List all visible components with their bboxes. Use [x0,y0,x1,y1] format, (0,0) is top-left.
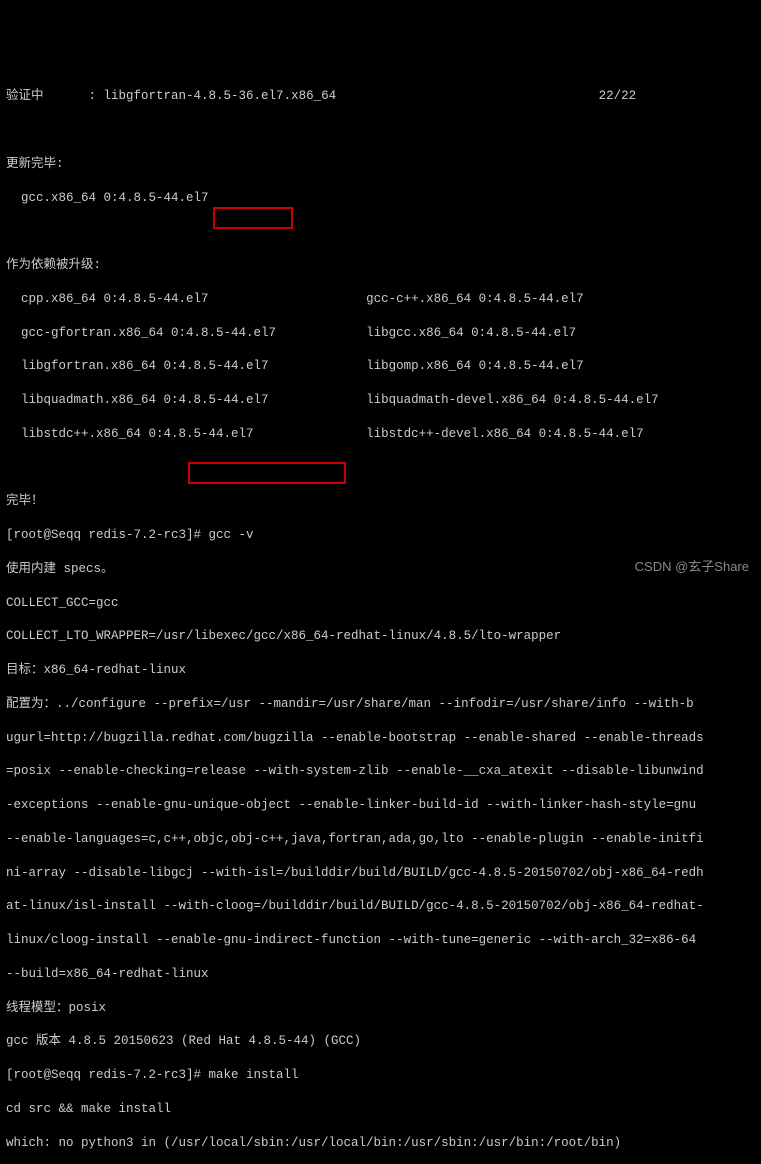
prompt-line-1[interactable]: [root@Seqq redis-7.2-rc3]# gcc -v [6,527,755,544]
gcc-cfg: at-linux/isl-install --with-cloog=/build… [6,898,755,915]
dep-row: libquadmath.x86_64 0:4.8.5-44.el7 libqua… [6,392,755,409]
prompt-prefix: [root@Seqq redis-7.2-rc3] [6,1068,194,1082]
gcc-version: gcc 版本 4.8.5 20150623 (Red Hat 4.8.5-44)… [6,1033,755,1050]
gcc-cfg: =posix --enable-checking=release --with-… [6,763,755,780]
terminal-output: 验证中 : libgfortran-4.8.5-36.el7.x86_64 22… [6,72,755,1164]
gcc-cfg: -exceptions --enable-gnu-unique-object -… [6,797,755,814]
prompt-prefix: [root@Seqq redis-7.2-rc3] [6,528,194,542]
updated-label: 更新完毕: [6,156,755,173]
gcc-cfg: linux/cloog-install --enable-gnu-indirec… [6,932,755,949]
dep-row: cpp.x86_64 0:4.8.5-44.el7 gcc-c++.x86_64… [6,291,755,308]
verifying-pkg: : libgfortran-4.8.5-36.el7.x86_64 [89,89,337,103]
dep-row: gcc-gfortran.x86_64 0:4.8.5-44.el7 libgc… [6,325,755,342]
gcc-cfg: ni-array --disable-libgcj --with-isl=/bu… [6,865,755,882]
dep-upgraded-label: 作为依赖被升级: [6,257,755,274]
gcc-line: COLLECT_GCC=gcc [6,595,755,612]
make-line: which: no python3 in (/usr/local/sbin:/u… [6,1135,755,1152]
verifying-counter: 22/22 [599,89,637,103]
prompt-line-2[interactable]: [root@Seqq redis-7.2-rc3]# make install [6,1067,755,1084]
gcc-cfg: --enable-languages=c,c++,objc,obj-c++,ja… [6,831,755,848]
gcc-cfg: --build=x86_64-redhat-linux [6,966,755,983]
make-line: cd src && make install [6,1101,755,1118]
command-make-install: # make install [194,1068,299,1082]
verifying-line: 验证中 : libgfortran-4.8.5-36.el7.x86_64 22… [6,88,755,105]
gcc-thread: 线程模型：posix [6,1000,755,1017]
gcc-cfg: ugurl=http://bugzilla.redhat.com/bugzill… [6,730,755,747]
gcc-line: COLLECT_LTO_WRAPPER=/usr/libexec/gcc/x86… [6,628,755,645]
gcc-line: 目标：x86_64-redhat-linux [6,662,755,679]
complete-label: 完毕！ [6,493,755,510]
dep-row: libgfortran.x86_64 0:4.8.5-44.el7 libgom… [6,358,755,375]
updated-pkg: gcc.x86_64 0:4.8.5-44.el7 [6,190,755,207]
dep-row: libstdc++.x86_64 0:4.8.5-44.el7 libstdc+… [6,426,755,443]
watermark-text: CSDN @玄子Share [635,558,749,576]
verifying-label: 验证中 [6,89,44,103]
command-gcc-v: # gcc -v [194,528,254,542]
gcc-cfg: 配置为：../configure --prefix=/usr --mandir=… [6,696,755,713]
